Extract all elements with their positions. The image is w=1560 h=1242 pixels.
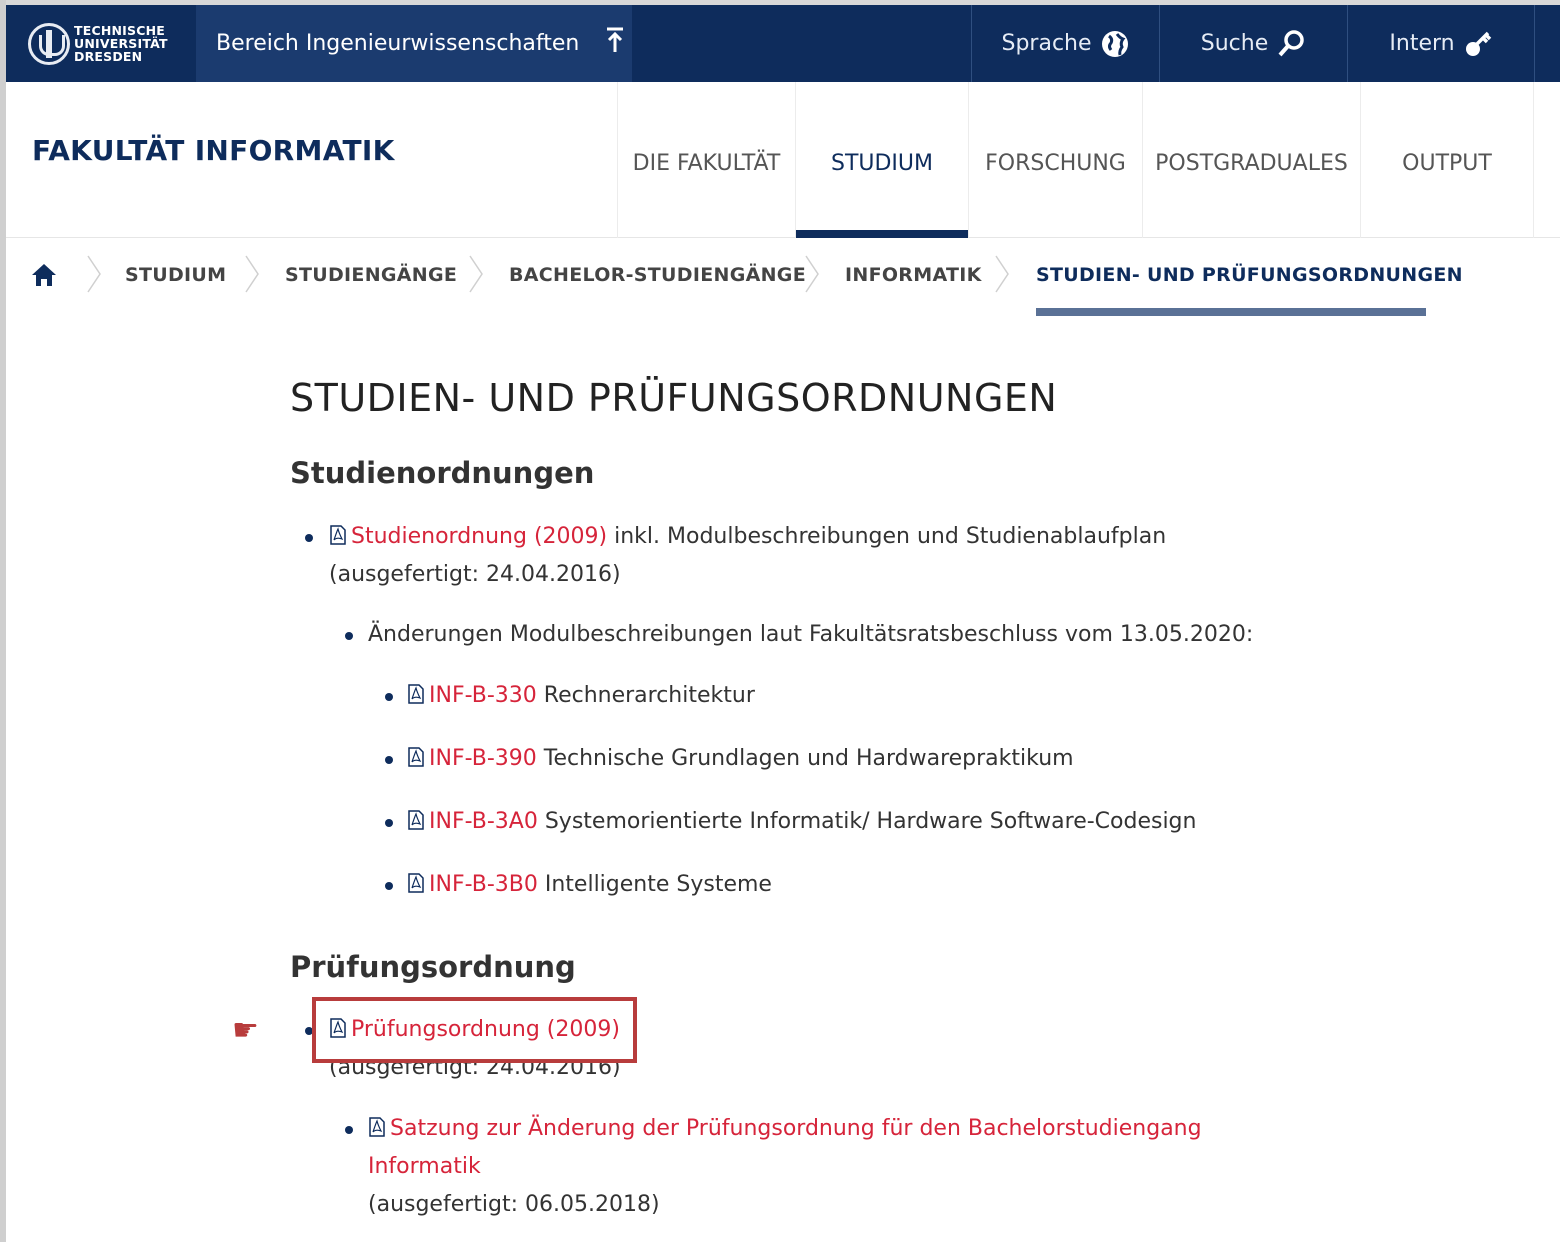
satzung-link-cont[interactable]: Informatik (368, 1154, 481, 1179)
list-bullet (385, 819, 393, 827)
list-item: Satzung zur Änderung der Prüfungsordnung… (368, 1110, 1268, 1224)
arrow-up-icon (605, 26, 625, 61)
intern-button[interactable]: Intern (1347, 5, 1535, 82)
breadcrumb-active-indicator (1036, 308, 1426, 316)
sprache-button[interactable]: Sprache (971, 5, 1159, 82)
pdf-icon (408, 810, 424, 830)
list-bullet (345, 632, 353, 640)
studienordnung-desc: inkl. Modulbeschreibungen und Studienabl… (607, 524, 1167, 549)
module-name: Systemorientierte Informatik/ Hardware S… (537, 809, 1197, 834)
pruefungsordnung-heading: Prüfungsordnung (290, 950, 576, 984)
pdf-icon (330, 525, 346, 545)
pdf-icon (330, 1018, 346, 1038)
breadcrumb-separator-icon (469, 255, 483, 293)
breadcrumb-separator-icon (995, 255, 1009, 293)
home-icon[interactable] (30, 262, 58, 288)
faculty-title[interactable]: FAKULTÄT INFORMATIK (32, 134, 395, 167)
list-item: INF-B-3B0 Intelligente Systeme (407, 866, 772, 904)
pdf-icon (369, 1117, 385, 1137)
main-nav: FAKULTÄT INFORMATIK DIE FAKULTÄT STUDIUM… (6, 82, 1560, 238)
list-item: INF-B-330 Rechnerarchitektur (407, 677, 755, 715)
breadcrumb-studiengaenge[interactable]: STUDIENGÄNGE (285, 264, 457, 286)
search-icon (1278, 29, 1304, 56)
list-bullet (385, 693, 393, 701)
pdf-icon (408, 684, 424, 704)
nav-postgraduales[interactable]: POSTGRADUALES (1142, 82, 1360, 238)
pruefungsordnung-link[interactable]: Prüfungsordnung (2009) (351, 1017, 620, 1042)
breadcrumb-separator-icon (87, 255, 101, 293)
satzung-link[interactable]: Satzung zur Änderung der Prüfungsordnung… (390, 1116, 1202, 1141)
module-link-inf-b-3a0[interactable]: INF-B-3A0 (429, 809, 538, 834)
logo-line-3: DRESDEN (74, 49, 143, 64)
list-item: Änderungen Modulbeschreibungen laut Faku… (368, 616, 1253, 654)
module-name: Technische Grundlagen und Hardwareprakti… (536, 746, 1074, 771)
suche-button[interactable]: Suche (1159, 5, 1347, 82)
module-name: Rechnerarchitektur (536, 683, 755, 708)
breadcrumb-bachelor[interactable]: BACHELOR-STUDIENGÄNGE (509, 264, 806, 286)
pdf-icon (408, 747, 424, 767)
list-bullet (305, 534, 313, 542)
nav-die-fakultaet[interactable]: DIE FAKULTÄT (617, 82, 795, 238)
pdf-icon (408, 873, 424, 893)
satzung-date: (ausgefertigt: 06.05.2018) (368, 1192, 660, 1217)
nav-studium[interactable]: STUDIUM (795, 82, 968, 238)
bereich-link[interactable]: Bereich Ingenieurwissenschaften (196, 5, 632, 82)
intern-label: Intern (1389, 31, 1455, 56)
studienordnung-link[interactable]: Studienordnung (2009) (351, 524, 607, 549)
module-name: Intelligente Systeme (537, 872, 772, 897)
nav-output[interactable]: OUTPUT (1360, 82, 1534, 238)
tu-logo-icon (28, 22, 70, 65)
breadcrumb-separator-icon (245, 255, 259, 293)
sprache-label: Sprache (1001, 31, 1092, 56)
list-item: Prüfungsordnung (2009) (329, 1011, 620, 1049)
studienordnungen-heading: Studienordnungen (290, 456, 595, 490)
list-item: INF-B-3A0 Systemorientierte Informatik/ … (407, 803, 1196, 841)
suche-label: Suche (1200, 31, 1269, 56)
globe-icon (1101, 30, 1128, 57)
module-link-inf-b-330[interactable]: INF-B-330 (429, 683, 537, 708)
studienordnung-date: (ausgefertigt: 24.04.2016) (329, 562, 621, 587)
list-bullet (385, 882, 393, 890)
top-bar: TECHNISCHE UNIVERSITÄT DRESDEN Bereich I… (6, 5, 1560, 82)
page-title: STUDIEN- UND PRÜFUNGSORDNUNGEN (290, 376, 1058, 420)
pointing-hand-icon: ☛ (232, 1013, 259, 1048)
breadcrumb: STUDIUM STUDIENGÄNGE BACHELOR-STUDIENGÄN… (6, 240, 1560, 320)
breadcrumb-informatik[interactable]: INFORMATIK (845, 264, 982, 286)
bereich-label: Bereich Ingenieurwissenschaften (216, 31, 580, 56)
tu-dresden-logo[interactable]: TECHNISCHE UNIVERSITÄT DRESDEN (6, 5, 196, 82)
list-item: Studienordnung (2009) inkl. Modulbeschre… (329, 518, 1229, 594)
key-icon (1465, 31, 1491, 56)
list-bullet (385, 756, 393, 764)
list-bullet (345, 1126, 353, 1134)
module-link-inf-b-3b0[interactable]: INF-B-3B0 (429, 872, 538, 897)
breadcrumb-current: STUDIEN- UND PRÜFUNGSORDNUNGEN (1036, 264, 1463, 286)
nav-forschung[interactable]: FORSCHUNG (968, 82, 1142, 238)
breadcrumb-studium[interactable]: STUDIUM (125, 264, 226, 286)
list-item: INF-B-390 Technische Grundlagen und Hard… (407, 740, 1074, 778)
aenderungen-text: Änderungen Modulbeschreibungen laut Faku… (368, 622, 1254, 647)
module-link-inf-b-390[interactable]: INF-B-390 (429, 746, 537, 771)
logo-text: TECHNISCHE UNIVERSITÄT DRESDEN (74, 24, 168, 63)
breadcrumb-separator-icon (805, 255, 819, 293)
